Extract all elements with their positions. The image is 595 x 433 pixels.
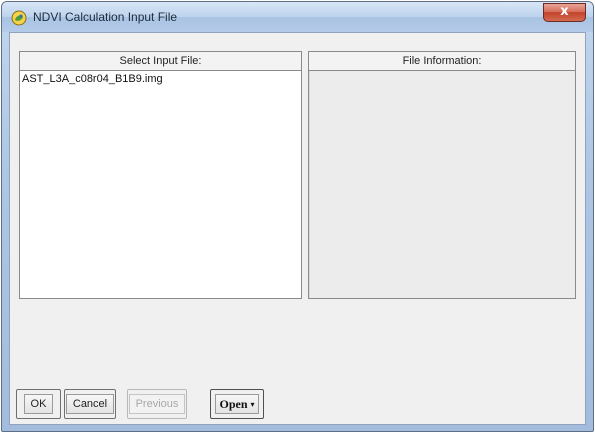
previous-button-label: Previous bbox=[128, 394, 186, 414]
app-icon bbox=[11, 10, 27, 26]
open-button-face: Open ▾ bbox=[215, 394, 259, 414]
input-file-list[interactable]: AST_L3A_c08r04_B1B9.img bbox=[20, 71, 301, 298]
close-button[interactable]: x bbox=[543, 3, 586, 22]
file-information-pane: File Information: bbox=[308, 51, 576, 299]
cancel-button[interactable]: Cancel bbox=[64, 389, 116, 419]
title-bar[interactable]: NDVI Calculation Input File x bbox=[2, 2, 593, 32]
select-input-file-header: Select Input File: bbox=[20, 52, 301, 71]
file-information-header: File Information: bbox=[309, 52, 575, 71]
dropdown-caret-icon[interactable]: ▾ bbox=[251, 400, 255, 409]
previous-button: Previous bbox=[127, 389, 187, 419]
open-button[interactable]: Open ▾ bbox=[210, 389, 264, 419]
file-information-body bbox=[309, 71, 575, 298]
dialog-client-area: Select Input File: AST_L3A_c08r04_B1B9.i… bbox=[9, 32, 586, 425]
ok-button[interactable]: OK bbox=[16, 389, 61, 419]
window-title: NDVI Calculation Input File bbox=[33, 10, 178, 24]
open-button-label: Open bbox=[219, 396, 248, 411]
ok-button-label: OK bbox=[23, 394, 54, 414]
dialog-window: NDVI Calculation Input File x Select Inp… bbox=[1, 1, 594, 432]
select-input-file-pane: Select Input File: AST_L3A_c08r04_B1B9.i… bbox=[19, 51, 302, 299]
cancel-button-label: Cancel bbox=[65, 394, 115, 414]
list-item[interactable]: AST_L3A_c08r04_B1B9.img bbox=[22, 73, 163, 85]
close-icon: x bbox=[560, 4, 569, 19]
